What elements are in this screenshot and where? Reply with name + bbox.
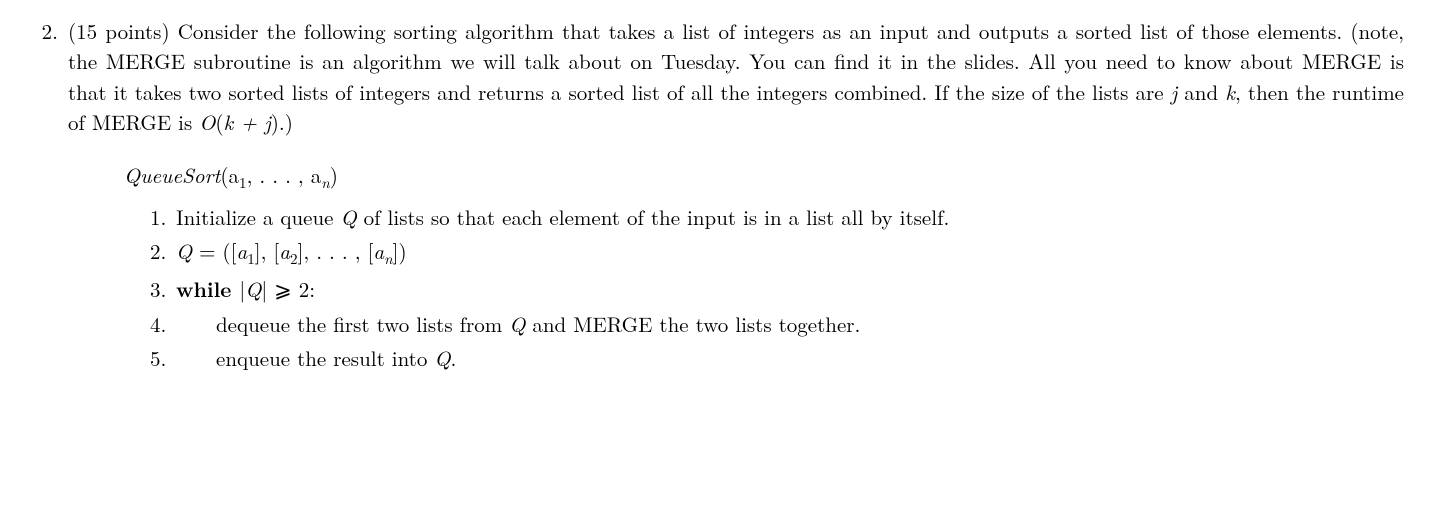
step-text: enqueue the result into Q.	[176, 343, 1404, 373]
step-3: 3. while |Q| ⩾ 2:	[150, 274, 1404, 304]
algorithm-steps: 1. Initialize a queue Q of lists so that…	[150, 202, 1404, 374]
big-o: O	[199, 107, 215, 137]
var-q: Q	[341, 202, 357, 232]
var-a: a	[373, 236, 384, 266]
sub-1: 1	[247, 248, 255, 269]
text: enqueue the result into	[216, 343, 434, 373]
step-5: 5. enqueue the result into Q.	[150, 343, 1404, 373]
algo-args-close: )	[330, 160, 338, 190]
step-text: while |Q| ⩾ 2:	[176, 274, 1404, 304]
text: and MERGE the two lists together.	[525, 309, 860, 339]
sub-n: n	[384, 248, 393, 269]
problem-number: 2.	[30, 16, 58, 46]
step-text: dequeue the first two lists from Q and M…	[176, 309, 1404, 339]
var-q: Q	[434, 343, 450, 373]
step-text: Initialize a queue Q of lists so that ea…	[176, 202, 1404, 232]
mid: ], [	[255, 236, 280, 266]
paren-open: (	[215, 107, 223, 137]
algo-name: QueueSort	[124, 160, 220, 190]
algo-args-comma: , . . . , a	[247, 160, 322, 190]
text: Initialize a queue	[176, 202, 341, 232]
eq: = ([	[192, 236, 236, 266]
var-a: a	[279, 236, 290, 266]
var-q: Q	[509, 309, 525, 339]
step-number: 2.	[150, 236, 176, 266]
paren-close: ).)	[271, 107, 293, 137]
step-number: 4.	[150, 309, 176, 339]
step-number: 1.	[150, 202, 176, 232]
step-number: 5.	[150, 343, 176, 373]
text: .	[450, 343, 456, 373]
text: of lists so that each element of the inp…	[357, 202, 950, 232]
algorithm-block: QueueSort(a1, . . . , an) 1. Initialize …	[124, 160, 1404, 374]
condition: | ⩾ 2:	[261, 274, 315, 304]
step-number: 3.	[150, 274, 176, 304]
problem-item: 2. (15 points) Consider the following so…	[30, 16, 1404, 378]
kplusj: k + j	[224, 107, 271, 137]
step-4: 4. dequeue the first two lists from Q an…	[150, 309, 1404, 339]
step-2: 2. Q = ([a1], [a2], . . . , [an])	[150, 236, 1404, 270]
algo-sub-n: n	[321, 172, 330, 193]
step-1: 1. Initialize a queue Q of lists so that…	[150, 202, 1404, 232]
algorithm-title: QueueSort(a1, . . . , an)	[124, 160, 1404, 194]
algo-sub-1: 1	[239, 172, 247, 193]
algo-args-open: (a	[220, 160, 239, 190]
var-q: Q	[176, 236, 192, 266]
end: ])	[393, 236, 407, 266]
var-k: k	[1225, 77, 1235, 107]
problem-content: (15 points) Consider the following sorti…	[68, 16, 1404, 378]
var-q: Q	[245, 274, 261, 304]
text: dequeue the first two lists from	[216, 309, 509, 339]
intro-and: and	[1177, 77, 1225, 107]
while-keyword: while	[176, 274, 239, 304]
step-text: Q = ([a1], [a2], . . . , [an])	[176, 236, 1404, 270]
sub-2: 2	[290, 248, 298, 269]
points: (15 points)	[68, 16, 170, 46]
problem-intro: (15 points) Consider the following sorti…	[68, 16, 1404, 138]
var-a: a	[236, 236, 247, 266]
mid: ], . . . , [	[298, 236, 374, 266]
